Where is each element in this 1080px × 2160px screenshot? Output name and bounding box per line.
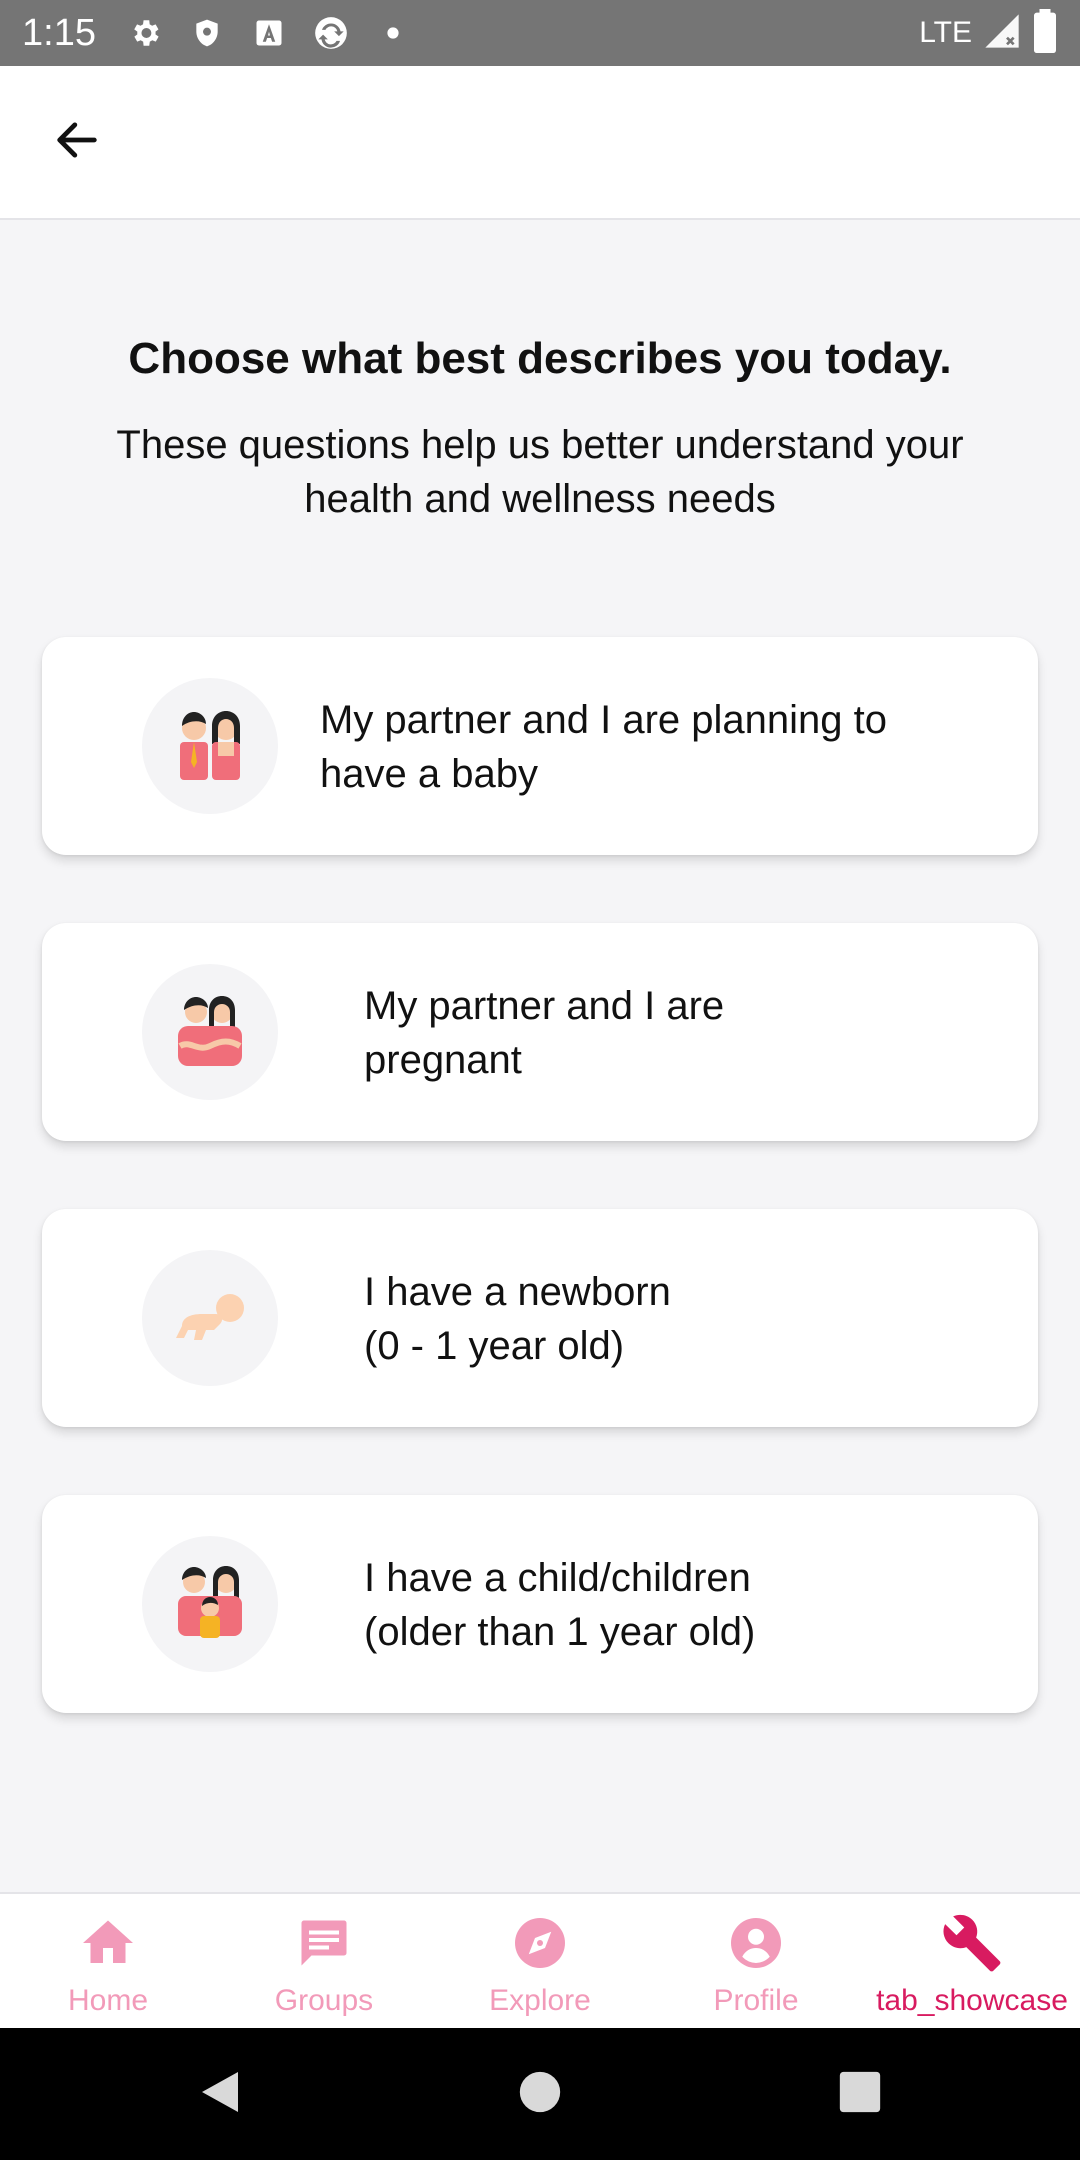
square-recents-icon	[838, 2070, 882, 2119]
gear-icon	[126, 14, 164, 52]
sync-icon	[312, 14, 350, 52]
home-icon	[73, 1908, 143, 1978]
shield-icon	[188, 14, 226, 52]
nav-label: Profile	[713, 1984, 799, 2017]
page-title: Choose what best describes you today.	[128, 334, 952, 383]
status-bar: 1:15 LTE	[0, 0, 1080, 66]
nav-tab-showcase[interactable]: tab_showcase	[864, 1894, 1080, 2028]
network-label: LTE	[919, 16, 972, 49]
system-back-button[interactable]	[190, 2064, 250, 2124]
wrench-icon	[937, 1908, 1007, 1978]
a-badge-icon	[250, 14, 288, 52]
bottom-nav: Home Groups Explore Profile tab_showcase	[0, 1892, 1080, 2028]
pregnant-couple-icon	[142, 964, 278, 1100]
app-bar	[0, 66, 1080, 220]
option-planning-baby[interactable]: My partner and I are planning to have a …	[42, 637, 1038, 855]
nav-label: Explore	[489, 1984, 591, 2017]
page-subtitle: These questions help us better understan…	[116, 423, 964, 521]
option-pregnant[interactable]: My partner and I are pregnant	[42, 923, 1038, 1141]
dot-icon	[374, 14, 412, 52]
system-nav-bar	[0, 2028, 1080, 2160]
nav-label: Groups	[274, 1984, 374, 2017]
arrow-left-icon	[51, 114, 103, 171]
option-label: My partner and I are planning to have a …	[320, 698, 888, 796]
couple-icon	[142, 678, 278, 814]
option-label: My partner and I are pregnant	[364, 984, 725, 1082]
system-home-button[interactable]	[510, 2064, 570, 2124]
family-icon	[142, 1536, 278, 1672]
nav-label: Home	[67, 1984, 149, 2017]
option-label: I have a newborn (0 - 1 year old)	[364, 1270, 671, 1368]
system-recents-button[interactable]	[830, 2064, 890, 2124]
person-icon	[721, 1908, 791, 1978]
battery-icon	[1032, 8, 1058, 58]
signal-icon	[982, 11, 1022, 56]
chat-icon	[289, 1908, 359, 1978]
option-label: I have a child/children (older than 1 ye…	[364, 1556, 756, 1654]
nav-explore[interactable]: Explore	[432, 1894, 648, 2028]
compass-icon	[505, 1908, 575, 1978]
nav-groups[interactable]: Groups	[216, 1894, 432, 2028]
screen: 1:15 LTE Choose what best describes you …	[0, 0, 1080, 2160]
circle-home-icon	[518, 2070, 562, 2119]
status-time: 1:15	[22, 11, 96, 54]
triangle-back-icon	[198, 2068, 242, 2121]
status-icons	[126, 14, 412, 52]
nav-label: tab_showcase	[876, 1984, 1068, 2017]
option-newborn[interactable]: I have a newborn (0 - 1 year old)	[42, 1209, 1038, 1427]
back-button[interactable]	[22, 87, 132, 197]
nav-home[interactable]: Home	[0, 1894, 216, 2028]
status-right: LTE	[919, 8, 1058, 58]
nav-profile[interactable]: Profile	[648, 1894, 864, 2028]
option-children[interactable]: I have a child/children (older than 1 ye…	[42, 1495, 1038, 1713]
crawling-baby-icon	[142, 1250, 278, 1386]
